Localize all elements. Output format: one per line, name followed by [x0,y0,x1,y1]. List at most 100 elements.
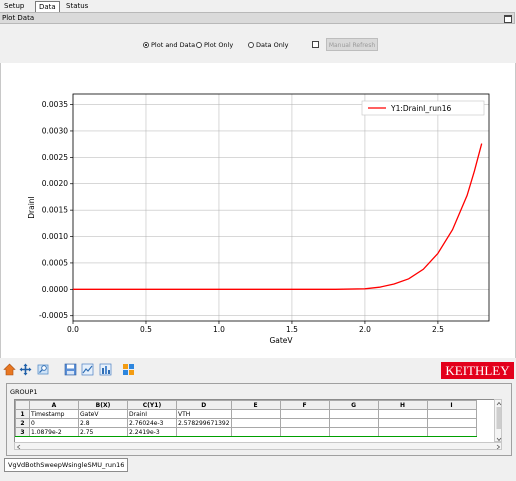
table-cell[interactable]: 2.76024e-3 [127,418,177,428]
scroll-arrows-icon [496,401,502,442]
table-cell[interactable]: DrainI [127,409,177,419]
radio-plot-and-data-label: Plot and Data [151,41,196,49]
top-tabbar: Setup Data Status [0,0,516,12]
x-axis-label: GateV [269,336,293,345]
table-cell[interactable] [230,409,281,419]
radio-data-only-label: Data Only [256,41,289,49]
panel-title: Plot Data [2,14,35,22]
plot-frame [72,93,490,322]
table-row: 2 0 2.8 2.76024e-3 2.578299671392 [15,418,477,428]
sheet-tab[interactable]: VgVdBothSweepWsingleSMU_run16 [4,458,129,472]
y-tick-label: 0.0000 [42,285,68,294]
save-icon[interactable] [64,363,77,376]
table-row: 1 Timestamp GateV DrainI VTH [15,409,477,419]
table-cell[interactable]: VTH [176,409,232,419]
plot-area: 0.0 0.5 1.0 1.5 2.0 2.5 -0.0005 0.0000 0.0005 0.0… [0,63,516,358]
table-cell[interactable]: Timestamp [29,409,79,419]
y-tick-label: -0.0005 [39,311,68,320]
chart-icon[interactable] [81,363,94,376]
table-header-row: A B(X) C(Y1) D E F G H I [15,400,477,410]
table-cell[interactable] [426,409,477,419]
x-tick-label: 0.5 [140,325,152,334]
table-header-corner [15,400,30,410]
row-number: 2 [15,418,30,428]
x-tick-label: 1.0 [213,325,225,334]
radio-unselected-icon [196,42,202,48]
x-tick-label: 2.5 [432,325,444,334]
radio-unselected-icon [248,42,254,48]
manual-refresh-checkbox[interactable] [312,41,319,48]
table-header[interactable]: I [426,400,477,410]
table-header[interactable]: E [230,400,281,410]
table-cell[interactable] [328,427,379,437]
table-cell[interactable]: GateV [78,409,128,419]
table-header[interactable]: A [29,400,79,410]
x-tick-label: 1.5 [286,325,298,334]
data-table: A B(X) C(Y1) D E F G H I 1 Timestamp Gat… [15,400,477,437]
table-cell[interactable] [377,418,428,428]
vertical-scrollbar[interactable] [494,399,502,442]
home-icon[interactable] [3,363,16,376]
panel-title-bar: Plot Data [0,12,515,24]
y-tick-label: 0.0035 [42,100,68,109]
radio-plot-only[interactable]: Plot Only [196,41,233,49]
table-cell[interactable]: 2.75 [78,427,128,437]
radio-plot-and-data[interactable]: Plot and Data [143,41,195,49]
horizontal-scrollbar[interactable] [14,442,502,450]
export-icon[interactable] [122,363,135,376]
radio-data-only[interactable]: Data Only [248,41,288,49]
tab-status[interactable]: Status [63,1,91,11]
group-tab[interactable]: GROUP1 [10,387,37,397]
table-header[interactable]: B(X) [78,400,128,410]
table-cell[interactable] [230,418,281,428]
table-cell[interactable] [426,418,477,428]
table-cell[interactable]: 2.2419e-3 [127,427,177,437]
table-cell[interactable] [176,427,232,437]
table-cell[interactable]: 2.8 [78,418,128,428]
table-cell[interactable]: 2.578299671392 [176,418,232,428]
table-header[interactable]: D [176,400,232,410]
x-tick-label: 0.0 [67,325,79,334]
table-cell[interactable] [279,418,330,428]
tab-setup[interactable]: Setup [1,1,27,11]
plot-toolbar [0,359,516,381]
row-number: 3 [15,427,30,437]
radio-selected-icon [143,42,149,48]
drain-current-chart: 0.0 0.5 1.0 1.5 2.0 2.5 -0.0005 0.0000 0.0005 0.0… [27,93,490,345]
table-row: 3 1.0879e-2 2.75 2.2419e-3 [15,427,477,437]
manual-refresh-button[interactable]: Manual Refresh [326,38,378,51]
table-cell[interactable]: 1.0879e-2 [29,427,79,437]
series-line [73,143,483,290]
y-tick-label: 0.0010 [42,232,68,241]
table-cell[interactable]: 0 [29,418,79,428]
table-cell[interactable] [377,427,428,437]
y-tick-label: 0.0030 [42,126,68,135]
legend-label: Y1:DrainI_run16 [390,104,451,113]
y-tick-label: 0.0020 [42,179,68,188]
table-cell[interactable] [328,418,379,428]
scroll-arrows-icon [16,444,501,450]
zoom-icon[interactable] [37,363,50,376]
y-tick-label: 0.0025 [42,153,68,162]
y-tick-label: 0.0015 [42,206,68,215]
table-header[interactable]: G [328,400,379,410]
keithley-logo: KEITHLEY [441,362,514,379]
table-cell[interactable] [230,427,281,437]
row-number: 1 [15,409,30,419]
table-cell[interactable] [279,409,330,419]
table-cell[interactable] [377,409,428,419]
radio-plot-only-label: Plot Only [204,41,234,49]
tab-data[interactable]: Data [35,1,60,12]
table-cell[interactable] [328,409,379,419]
data-spreadsheet[interactable]: A B(X) C(Y1) D E F G H I 1 Timestamp Gat… [14,399,496,444]
table-header[interactable]: F [279,400,330,410]
table-header[interactable]: H [377,400,428,410]
maximize-icon[interactable] [504,15,512,23]
y-axis-label: DrainI [27,196,36,219]
table-cell[interactable] [426,427,477,437]
move-icon[interactable] [19,363,32,376]
y-tick-label: 0.0005 [42,258,68,267]
table-cell[interactable] [279,427,330,437]
table-header[interactable]: C(Y1) [127,400,177,410]
grid-icon[interactable] [99,363,112,376]
